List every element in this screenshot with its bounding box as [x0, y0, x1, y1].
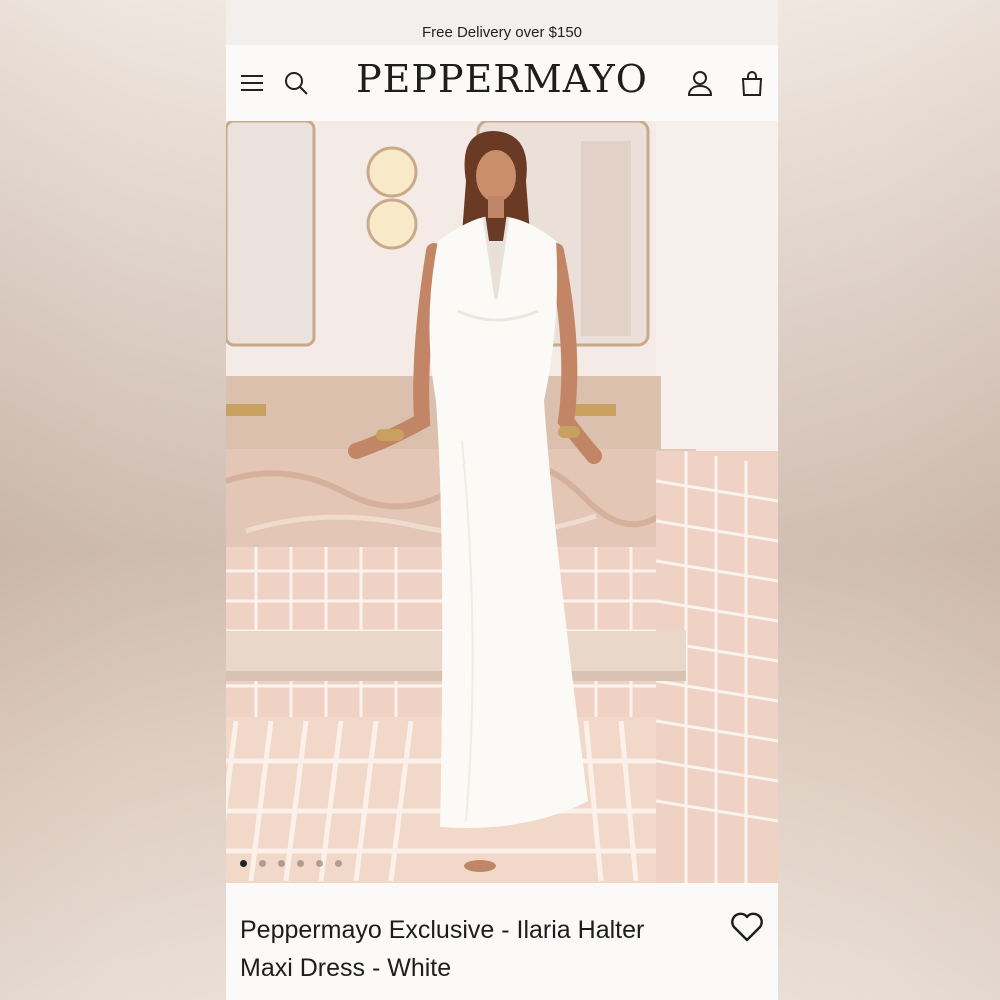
product-photo — [226, 121, 778, 883]
pagination-dot-6[interactable] — [335, 860, 342, 867]
pagination-dot-3[interactable] — [278, 860, 285, 867]
pagination-dot-4[interactable] — [297, 860, 304, 867]
account-icon[interactable] — [686, 69, 714, 97]
pagination-dot-2[interactable] — [259, 860, 266, 867]
background-right — [778, 0, 1000, 1000]
site-header: PEPPERMAYO — [226, 45, 778, 121]
product-image-gallery[interactable] — [226, 121, 778, 883]
mobile-page: Free Delivery over $150 PEPPERMAYO Peppe… — [226, 0, 778, 1000]
pagination-dot-5[interactable] — [316, 860, 323, 867]
status-strip — [226, 0, 778, 19]
heart-outline-icon[interactable] — [730, 911, 764, 943]
product-info: Peppermayo Exclusive - Ilaria Halter Max… — [226, 883, 778, 1000]
background-left — [0, 0, 226, 1000]
gallery-pagination — [240, 860, 342, 867]
promo-banner[interactable]: Free Delivery over $150 — [226, 19, 778, 45]
pagination-dot-1[interactable] — [240, 860, 247, 867]
promo-text: Free Delivery over $150 — [421, 23, 583, 41]
product-title: Peppermayo Exclusive - Ilaria Halter Max… — [240, 916, 645, 982]
bag-icon[interactable] — [738, 69, 766, 97]
